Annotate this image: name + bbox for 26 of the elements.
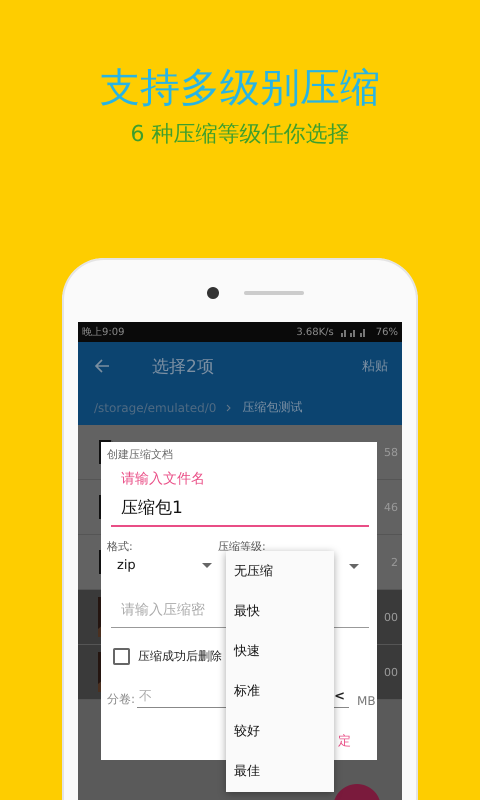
menu-item[interactable]: 无压缩 — [226, 551, 334, 591]
format-label: 格式: — [107, 539, 134, 554]
caret-icon — [202, 563, 212, 568]
file-size: 00 — [384, 610, 398, 624]
file-size: 00 — [384, 666, 398, 678]
battery-level: 76% — [376, 326, 398, 338]
menu-item[interactable]: 快速 — [226, 631, 334, 671]
app-bar-title: 选择2项 — [152, 356, 214, 378]
status-time: 晚上9:09 — [82, 326, 124, 339]
checkbox-label: 压缩成功后删除 — [138, 648, 222, 665]
back-arrow-icon[interactable] — [94, 358, 110, 374]
speaker-grille — [244, 291, 304, 295]
split-label: 分卷: — [107, 691, 136, 708]
format-dropdown[interactable]: zip — [107, 554, 218, 573]
caret-icon[interactable] — [349, 564, 359, 569]
menu-item[interactable]: 最佳 — [226, 751, 334, 791]
level-label: 压缩等级: — [218, 539, 267, 554]
file-name-field[interactable]: 请输入文件名 压缩包1 — [111, 470, 369, 527]
network-speed: 3.68K/s — [296, 326, 334, 338]
dialog-title: 创建压缩文档 — [107, 448, 174, 462]
subheadline: 6 种压缩等级任你选择 — [130, 121, 350, 149]
camera-icon — [207, 287, 219, 299]
chevron-icon — [226, 404, 232, 412]
headline: 支持多级别压缩 — [100, 64, 380, 112]
menu-item[interactable]: 标准 — [226, 671, 334, 711]
unit-label: MB — [357, 694, 376, 708]
